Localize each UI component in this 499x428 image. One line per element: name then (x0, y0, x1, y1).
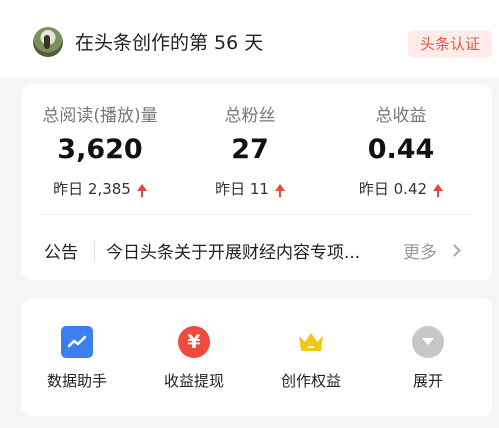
more-notices-link[interactable]: 更多 (403, 238, 437, 263)
tool-label: 展开 (412, 372, 443, 390)
stats-card: 总阅读(播放)量 3,620 昨日 2,385 总粉丝 27 昨日 11 总收益… (22, 84, 492, 280)
creator-benefits-button[interactable]: 创作权益 (256, 298, 366, 416)
data-assistant-button[interactable]: 数据助手 (22, 298, 132, 416)
tool-label: 收益提现 (163, 372, 224, 390)
stat-yesterday: 昨日 0.42 (326, 178, 476, 199)
divider (40, 214, 472, 215)
stat-value: 0.44 (367, 134, 435, 165)
stat-yesterday-text: 昨日 0.42 (358, 180, 428, 198)
notice-link[interactable]: 今日头条关于开展财经内容专项... (106, 238, 386, 263)
up-arrow-icon (433, 184, 444, 197)
expand-button[interactable]: 展开 (373, 298, 483, 416)
chevron-down-icon (412, 326, 444, 358)
stat-value: 3,620 (57, 134, 143, 165)
crown-icon (295, 326, 327, 358)
stat-label: 总阅读(播放)量 (42, 106, 158, 126)
stat-yesterday: 昨日 2,385 (25, 178, 175, 199)
stat-yesterday-text: 昨日 2,385 (53, 180, 131, 198)
header-card: 在头条创作的第 56 天 头条认证 (0, 0, 499, 78)
up-arrow-icon (274, 184, 285, 197)
tools-card: 数据助手 ¥ 收益提现 创作权益 展开 (22, 298, 492, 416)
tool-label: 创作权益 (280, 372, 341, 390)
yuan-icon: ¥ (178, 326, 210, 358)
tool-label: 数据助手 (46, 372, 107, 390)
income-withdraw-button[interactable]: ¥ 收益提现 (139, 298, 249, 416)
notice-separator (94, 241, 95, 261)
avatar[interactable] (33, 27, 63, 57)
stat-yesterday: 昨日 11 (175, 178, 325, 199)
stat-label: 总粉丝 (224, 106, 276, 126)
certification-badge[interactable]: 头条认证 (408, 30, 492, 58)
notice-label: 公告 (44, 243, 78, 263)
chevron-right-icon[interactable] (448, 244, 461, 257)
up-arrow-icon (136, 184, 147, 197)
stat-yesterday-text: 昨日 11 (215, 180, 269, 198)
creation-days-title: 在头条创作的第 56 天 (75, 32, 264, 54)
stat-label: 总收益 (375, 106, 427, 126)
stat-value: 27 (231, 134, 269, 165)
data-chart-icon (61, 326, 93, 358)
